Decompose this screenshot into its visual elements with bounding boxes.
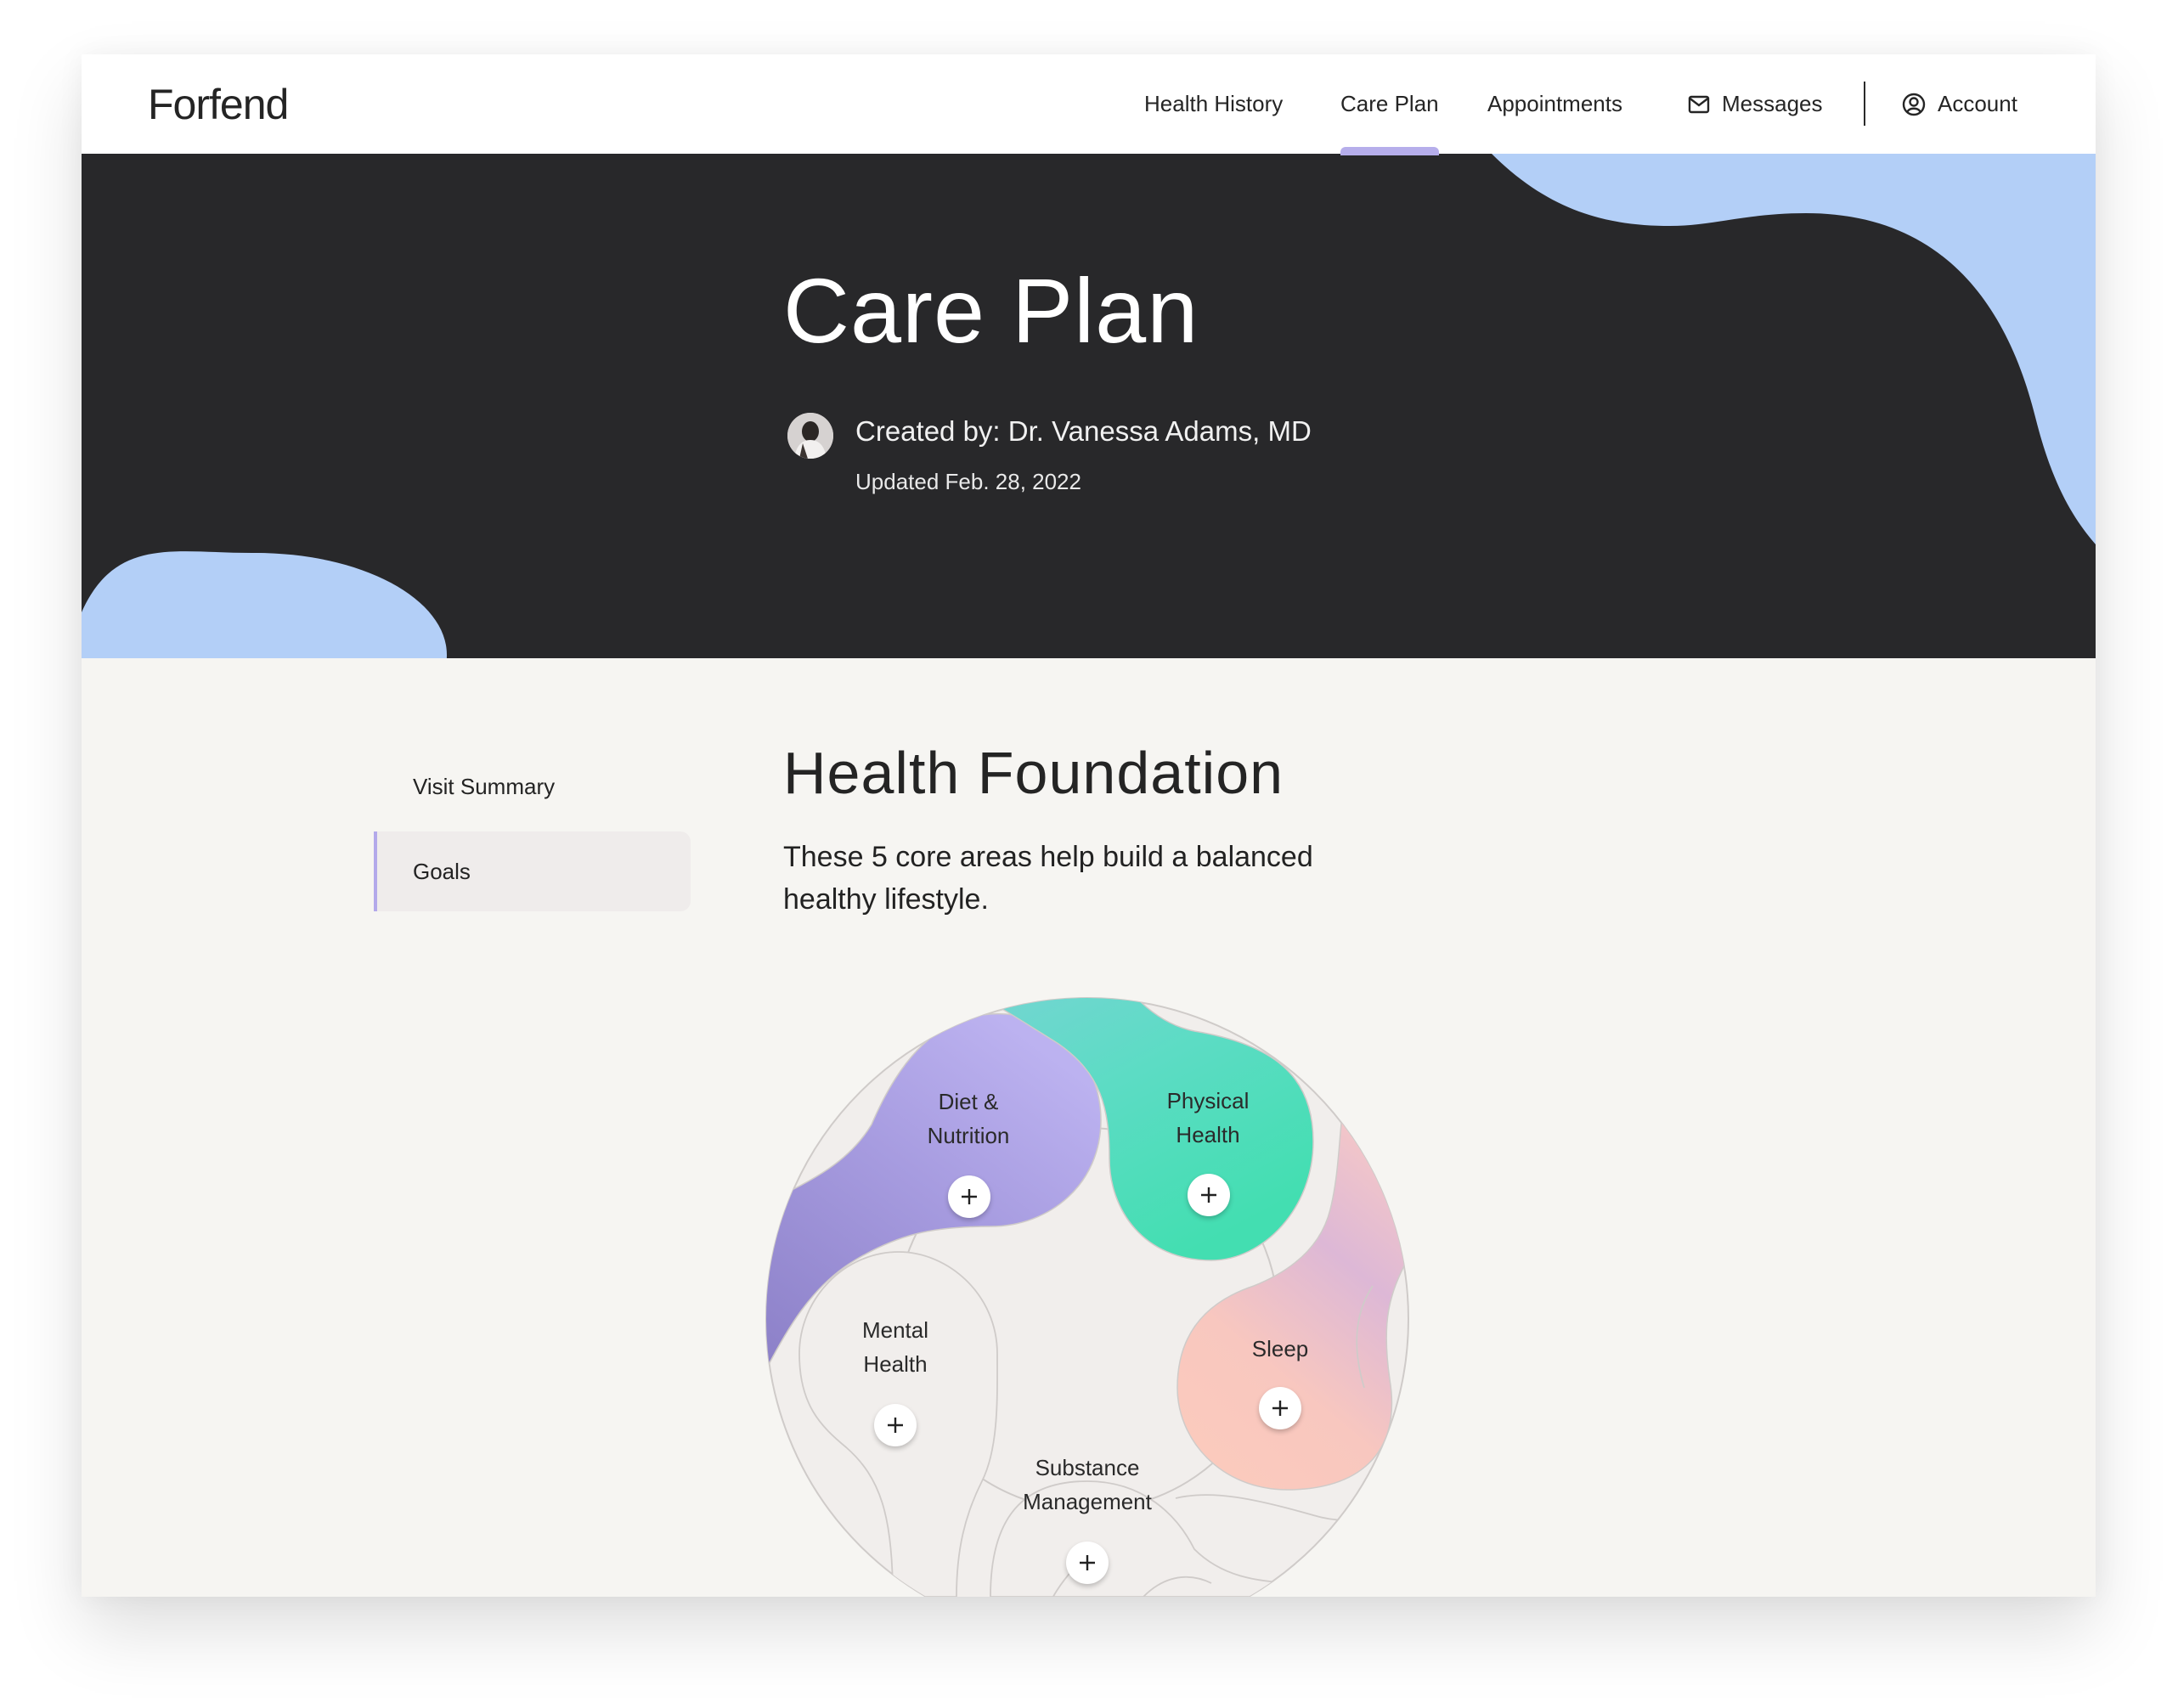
mail-icon bbox=[1688, 95, 1710, 114]
segment-label-mental-health: Mental Health bbox=[785, 1313, 1006, 1381]
plus-icon bbox=[888, 1418, 903, 1433]
add-diet-nutrition-button[interactable] bbox=[948, 1175, 990, 1218]
plus-icon bbox=[1080, 1555, 1095, 1570]
segment-label-physical-health: Physical Health bbox=[1097, 1084, 1318, 1152]
label-line: Substance bbox=[1035, 1455, 1140, 1480]
nav-label: Health History bbox=[1144, 91, 1284, 116]
nav-care-plan[interactable]: Care Plan bbox=[1340, 54, 1439, 155]
add-sleep-button[interactable] bbox=[1259, 1387, 1301, 1429]
label-line: Health bbox=[863, 1351, 928, 1377]
label-line: Mental bbox=[861, 1317, 929, 1343]
nav-label: Account bbox=[1938, 91, 2017, 116]
add-physical-health-button[interactable] bbox=[1188, 1174, 1230, 1216]
nav-account[interactable]: Account bbox=[1902, 54, 2017, 154]
nav-label: Care Plan bbox=[1340, 91, 1439, 116]
nav-appointments[interactable]: Appointments bbox=[1487, 54, 1622, 154]
health-wheel bbox=[765, 997, 1409, 1597]
add-mental-health-button[interactable] bbox=[874, 1404, 917, 1446]
label-line: Physical bbox=[1166, 1088, 1250, 1113]
nav-label: Appointments bbox=[1487, 91, 1622, 116]
nav-messages[interactable]: Messages bbox=[1688, 54, 1823, 154]
add-substance-management-button[interactable] bbox=[1066, 1542, 1109, 1584]
segment-label-diet-nutrition: Diet & Nutrition bbox=[858, 1085, 1079, 1153]
plus-icon bbox=[1201, 1187, 1216, 1203]
app-window: Forfend Health History Care Plan Appoint… bbox=[82, 54, 2096, 1597]
label-line: Nutrition bbox=[927, 1123, 1010, 1148]
label-line: Health bbox=[1176, 1122, 1240, 1147]
plus-icon bbox=[962, 1189, 977, 1204]
brand-logo[interactable]: Forfend bbox=[148, 80, 289, 129]
label-line: Sleep bbox=[1251, 1336, 1309, 1361]
label-line: Management bbox=[1023, 1489, 1152, 1514]
nav-health-history[interactable]: Health History bbox=[1144, 54, 1283, 154]
user-circle-icon bbox=[1902, 93, 1926, 116]
label-line: Diet & bbox=[938, 1089, 999, 1114]
segment-label-substance-management: Substance Management bbox=[977, 1451, 1198, 1519]
segment-label-sleep: Sleep bbox=[1170, 1332, 1391, 1366]
nav-label: Messages bbox=[1722, 91, 1823, 116]
plus-icon bbox=[1272, 1401, 1288, 1416]
top-nav: Forfend Health History Care Plan Appoint… bbox=[82, 54, 2096, 155]
nav-divider bbox=[1864, 82, 1865, 126]
